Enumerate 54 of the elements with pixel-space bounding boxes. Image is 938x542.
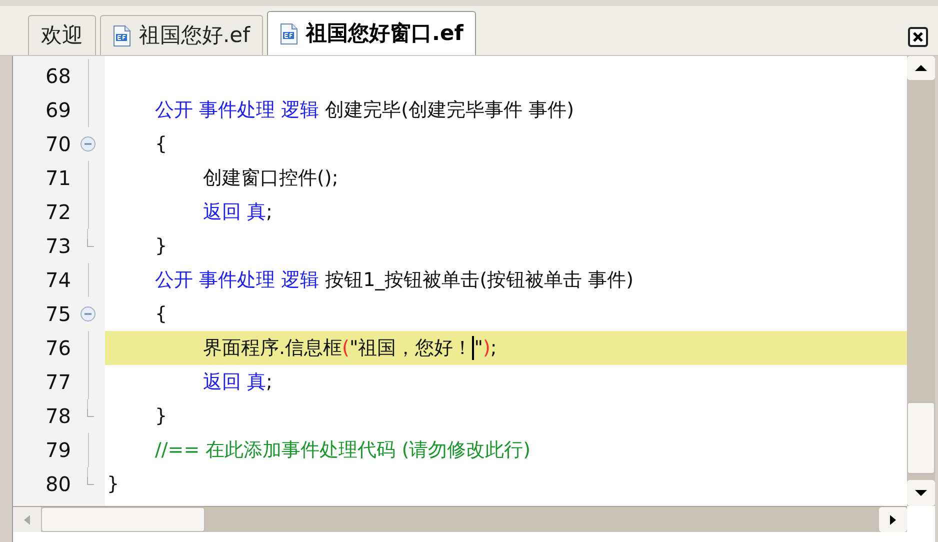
code-text: ;: [266, 370, 272, 395]
close-button[interactable]: [908, 27, 928, 47]
scroll-right-button[interactable]: [879, 507, 907, 532]
line-number: 72: [44, 199, 71, 226]
code-text: ;: [490, 336, 497, 361]
code-text: {: [154, 132, 168, 157]
scroll-thumb[interactable]: [41, 507, 205, 532]
code-text: }: [154, 404, 168, 429]
line-number: 71: [44, 165, 71, 192]
line-number: 68: [44, 63, 71, 90]
keyword-text: 公开 事件处理 逻辑: [154, 268, 320, 293]
horizontal-scrollbar[interactable]: [13, 506, 907, 532]
line-number: 74: [44, 267, 71, 294]
close-icon: [912, 31, 924, 43]
line-number: 79: [44, 437, 71, 464]
code-text: ;: [266, 200, 272, 225]
keyword-text: 返回 真: [202, 370, 266, 395]
scroll-thumb[interactable]: [907, 402, 935, 474]
left-arrow-icon: [23, 514, 31, 524]
editor-tab[interactable]: 祖国您好.ef: [100, 15, 263, 55]
code-text: {: [154, 302, 168, 327]
line-number: 69: [44, 97, 71, 124]
line-number: 73: [44, 233, 71, 260]
vertical-scrollbar[interactable]: [907, 56, 935, 506]
down-arrow-icon: [915, 489, 927, 497]
right-arrow-icon: [889, 514, 897, 524]
editor-tab[interactable]: 欢迎: [28, 15, 96, 55]
matched-brace: ): [482, 336, 490, 361]
code-text: }: [107, 472, 120, 497]
code-text: 创建完毕(创建完毕事件 事件): [324, 98, 574, 123]
scroll-down-button[interactable]: [907, 480, 935, 506]
code-text: "祖国，您好！: [349, 336, 472, 361]
line-number: 77: [44, 369, 71, 396]
matched-brace: (: [342, 336, 350, 361]
line-number: 80: [44, 471, 71, 498]
scroll-up-button[interactable]: [907, 56, 935, 80]
line-number: 75: [44, 301, 71, 328]
code-text: 按钮1_按钮被单击(按钮被单击 事件): [324, 268, 634, 293]
scroll-left-button[interactable]: [13, 507, 41, 532]
code-text: 创建窗口控件();: [202, 166, 338, 191]
collapse-icon[interactable]: [80, 136, 96, 152]
code-text: 界面程序.信息框: [202, 336, 342, 361]
line-number: 78: [44, 403, 71, 430]
code-text: ": [474, 336, 483, 361]
collapse-icon[interactable]: [80, 306, 96, 322]
line-number: 70: [44, 131, 71, 158]
line-number: 76: [44, 335, 71, 362]
editor-tab[interactable]: 祖国您好窗口.ef: [267, 11, 476, 55]
keyword-text: 公开 事件处理 逻辑: [154, 98, 320, 123]
text-cursor: [472, 336, 474, 360]
keyword-text: 返回 真: [202, 200, 266, 225]
comment-text: //== 在此添加事件处理代码 (请勿修改此行): [154, 438, 531, 463]
up-arrow-icon: [915, 64, 927, 72]
code-text: }: [154, 234, 168, 259]
